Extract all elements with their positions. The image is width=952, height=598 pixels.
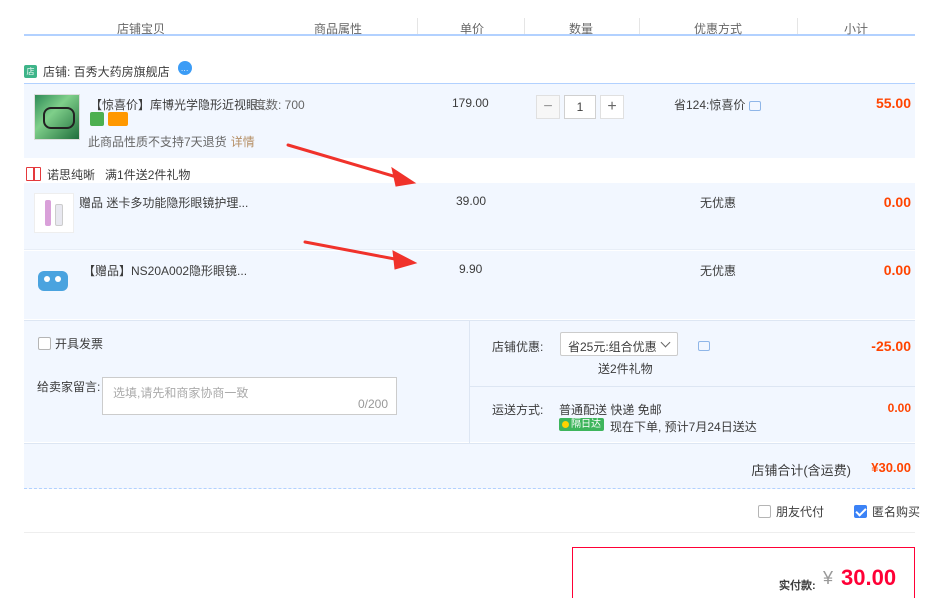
product-title[interactable]: 【惊喜价】库博光学隐形近视眼... bbox=[90, 96, 268, 113]
card-badge-icon bbox=[108, 112, 128, 126]
friend-pay-checkbox[interactable] bbox=[758, 505, 771, 518]
chat-icon[interactable] bbox=[749, 101, 762, 111]
col-store-item: 店铺宝贝 bbox=[117, 22, 166, 36]
increase-button[interactable]: + bbox=[600, 95, 624, 119]
anonymous-checkbox[interactable] bbox=[854, 505, 867, 518]
promo-rule: 满1件送2件礼物 bbox=[105, 167, 191, 182]
shipping-value: 0.00 bbox=[887, 401, 911, 415]
gift-subtotal: 0.00 bbox=[883, 194, 911, 210]
chat-icon[interactable] bbox=[698, 341, 710, 351]
gift-subtotal: 0.00 bbox=[883, 262, 911, 278]
gift-title[interactable]: 赠品 迷卡多功能隐形眼镜护理... bbox=[79, 194, 248, 211]
gift-title[interactable]: 【赠品】NS20A002隐形眼镜... bbox=[83, 262, 247, 279]
shop-discount-select[interactable]: 省25元:组合优惠 bbox=[560, 332, 678, 356]
delivery-estimate: 现在下单, 预计7月24日送达 bbox=[610, 420, 757, 434]
gift-icon bbox=[26, 167, 41, 181]
next-day-badge: 隔日达 bbox=[559, 418, 604, 431]
col-attribute: 商品属性 bbox=[314, 22, 363, 36]
store-icon: 店 bbox=[24, 64, 37, 78]
message-input[interactable]: 选填,请先和商家协商一致 0/200 bbox=[102, 377, 397, 415]
store-total-row: 店铺合计(含运费) ¥30.00 bbox=[24, 443, 915, 489]
store-total-label: 店铺合计(含运费) bbox=[751, 463, 851, 478]
no-return-note: 此商品性质不支持7天退货 详情 bbox=[88, 135, 255, 149]
quantity-input[interactable]: 1 bbox=[564, 95, 596, 119]
item-discount: 省124:惊喜价 bbox=[674, 96, 762, 113]
store-total-value: ¥30.00 bbox=[871, 460, 911, 475]
product-thumbnail[interactable] bbox=[34, 94, 80, 140]
message-placeholder: 选填,请先和商家协商一致 bbox=[113, 386, 249, 400]
gift-row: 【赠品】NS20A002隐形眼镜... 9.90 无优惠 0.00 bbox=[24, 251, 915, 319]
col-subtotal: 小计 bbox=[844, 22, 869, 36]
anonymous-option[interactable]: 匿名购买 bbox=[854, 503, 920, 520]
detail-link[interactable]: 详情 bbox=[231, 135, 255, 149]
item-subtotal: 55.00 bbox=[875, 95, 911, 111]
col-price: 单价 bbox=[460, 22, 485, 36]
service-badges bbox=[90, 112, 128, 126]
col-discount: 优惠方式 bbox=[694, 22, 743, 36]
store-line: 店 店铺: 百秀大药房旗舰店 … bbox=[24, 61, 192, 80]
friend-pay-option[interactable]: 朋友代付 bbox=[758, 503, 824, 520]
invoice-label: 开具发票 bbox=[55, 337, 104, 351]
chat-bubble-icon[interactable]: … bbox=[177, 61, 192, 75]
gift-thumbnail[interactable] bbox=[34, 259, 74, 299]
shield-badge-icon bbox=[90, 112, 104, 126]
store-name[interactable]: 店铺: 百秀大药房旗舰店 bbox=[43, 63, 170, 80]
gift-price: 39.00 bbox=[456, 194, 487, 208]
order-options: 开具发票 给卖家留言: 选填,请先和商家协商一致 0/200 店铺优惠: 省25… bbox=[24, 320, 915, 443]
pay-label: 实付款: bbox=[779, 580, 816, 592]
promo-name: 诺思纯晰 bbox=[47, 167, 96, 182]
gift-thumbnail[interactable] bbox=[34, 193, 74, 233]
pay-amount: 30.00 bbox=[841, 565, 897, 590]
gift-price: 9.90 bbox=[459, 262, 483, 276]
gift-discount: 无优惠 bbox=[700, 264, 737, 278]
gift-discount: 无优惠 bbox=[700, 196, 737, 210]
main-item-row: 【惊喜价】库博光学隐形近视眼... 度数: 700 此商品性质不支持7天退货 详情… bbox=[24, 83, 915, 158]
gift-row: 赠品 迷卡多功能隐形眼镜护理... 39.00 无优惠 0.00 bbox=[24, 183, 915, 250]
quantity-stepper: − 1 + bbox=[536, 95, 624, 119]
shop-discount-label: 店铺优惠: bbox=[492, 340, 544, 354]
invoice-checkbox[interactable] bbox=[38, 337, 51, 350]
message-count: 0/200 bbox=[357, 397, 388, 411]
gift-note: 送2件礼物 bbox=[598, 362, 653, 376]
product-attribute: 度数: 700 bbox=[254, 98, 305, 112]
gift-promo-line: 诺思纯晰 满1件送2件礼物 bbox=[26, 166, 190, 182]
message-label: 给卖家留言: bbox=[37, 380, 101, 394]
shop-discount-value: -25.00 bbox=[871, 338, 911, 354]
currency-symbol: ¥ bbox=[823, 568, 834, 588]
payment-summary: 实付款: ¥ 30.00 bbox=[572, 547, 915, 598]
chevron-down-icon bbox=[660, 337, 671, 348]
shipping-label: 运送方式: bbox=[492, 403, 544, 417]
decrease-button[interactable]: − bbox=[536, 95, 560, 119]
invoice-option[interactable]: 开具发票 bbox=[38, 335, 103, 352]
table-header: 店铺宝贝 商品属性 单价 数量 优惠方式 小计 bbox=[24, 0, 915, 36]
col-quantity: 数量 bbox=[569, 22, 594, 36]
shipping-mode: 普通配送 快递 免邮 bbox=[559, 403, 662, 417]
unit-price: 179.00 bbox=[452, 96, 489, 110]
